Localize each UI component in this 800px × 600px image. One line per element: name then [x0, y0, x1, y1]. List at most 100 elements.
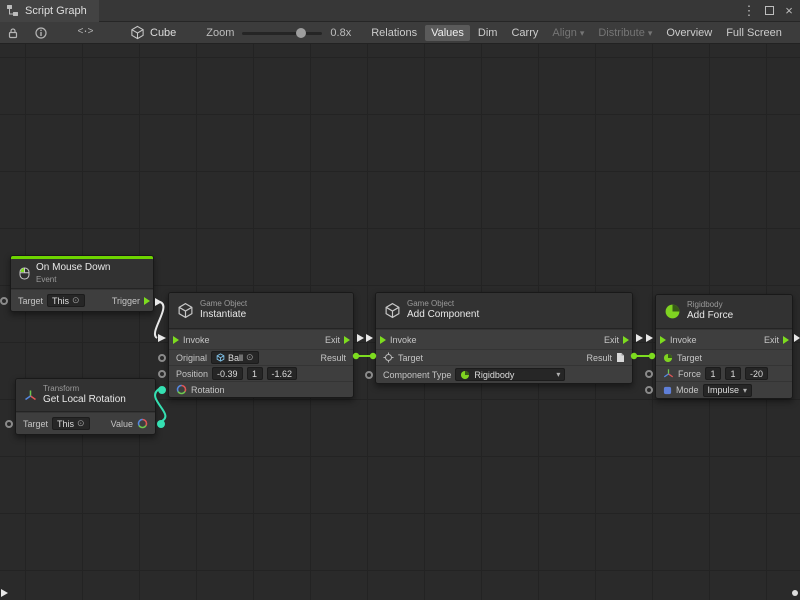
window-title: Script Graph	[25, 5, 87, 17]
force-x-field[interactable]: 1	[705, 367, 721, 380]
position-z-field[interactable]: -1.62	[267, 367, 298, 380]
offscreen-wire-arrow	[1, 589, 8, 597]
node-get-local-rotation[interactable]: Transform Get Local Rotation Target This…	[15, 378, 156, 435]
wire-arrowhead	[636, 334, 643, 342]
row-force: Force 1 1 -20	[656, 365, 792, 381]
value-port-force[interactable]	[645, 370, 653, 378]
script-graph-window: Script Graph ⋮ × <·> Cube	[0, 0, 800, 600]
position-y-field[interactable]: 1	[247, 367, 263, 380]
kebab-menu-icon[interactable]: ⋮	[740, 2, 758, 20]
row-mode: Mode Impulse ▾	[656, 381, 792, 398]
row-target-trigger: Target This ⊙ Trigger	[11, 289, 153, 311]
value-port-target[interactable]	[0, 297, 8, 305]
prefab-cube-icon	[216, 353, 225, 362]
node-on-mouse-down[interactable]: On Mouse Down Event Target This ⊙ Trigge…	[10, 255, 154, 312]
flow-port-exit[interactable]	[344, 336, 350, 344]
lock-icon[interactable]	[2, 22, 24, 44]
target-value-chip[interactable]: This ⊙	[47, 294, 85, 307]
flow-port-invoke[interactable]	[380, 336, 386, 344]
mode-value: Impulse	[708, 385, 740, 395]
target-value-chip[interactable]: This ⊙	[52, 417, 90, 430]
relations-button[interactable]: Relations	[365, 25, 423, 41]
transform-icon	[24, 389, 37, 402]
cube-icon	[130, 25, 145, 40]
rotation-gizmo-icon	[137, 418, 148, 429]
game-object-icon	[384, 302, 401, 319]
values-button[interactable]: Values	[425, 25, 470, 41]
rotation-gizmo-icon	[176, 384, 187, 395]
rigidbody-icon	[460, 370, 470, 380]
force-y-field[interactable]: 1	[725, 367, 741, 380]
flow-port-trigger[interactable]	[144, 297, 150, 305]
node-title: Get Local Rotation	[43, 394, 126, 407]
node-category: Rigidbody	[687, 300, 733, 310]
script-graph-icon	[6, 4, 19, 17]
node-category: Game Object	[407, 299, 479, 309]
value-port-mode[interactable]	[645, 386, 653, 394]
invoke-label: Invoke	[670, 335, 697, 345]
object-picker-icon[interactable]: ⊙	[77, 418, 85, 429]
rigidbody-icon	[664, 303, 681, 320]
close-icon[interactable]: ×	[780, 2, 798, 20]
zoom-slider[interactable]	[242, 27, 322, 39]
rotation-label: Rotation	[191, 385, 225, 395]
original-value-chip[interactable]: Ball ⊙	[211, 351, 259, 364]
value-port-target[interactable]	[5, 420, 13, 428]
graph-name[interactable]: Cube	[130, 25, 176, 40]
zoom-slider-handle[interactable]	[296, 28, 306, 38]
flow-port-invoke[interactable]	[173, 336, 179, 344]
value-port-original[interactable]	[158, 354, 166, 362]
wire-arrowhead	[646, 334, 653, 342]
overview-button[interactable]: Overview	[660, 25, 718, 41]
force-z-field[interactable]: -20	[745, 367, 768, 380]
row-original-result: Original Ball ⊙ Result	[169, 349, 353, 365]
flow-port-exit[interactable]	[783, 336, 789, 344]
target-label: Target	[398, 353, 423, 363]
object-picker-icon[interactable]: ⊙	[246, 352, 254, 363]
document-icon	[616, 352, 625, 363]
node-add-component-header: Game Object Add Component	[376, 293, 632, 329]
node-add-component[interactable]: Game Object Add Component Invoke Exit Ta…	[375, 292, 633, 384]
value-port-position[interactable]	[158, 370, 166, 378]
component-type-dropdown[interactable]: Rigidbody ▾	[455, 368, 565, 381]
chevron-down-icon: ▾	[743, 386, 747, 395]
mode-dropdown[interactable]: Impulse ▾	[703, 384, 753, 397]
rigidbody-target-icon	[663, 353, 673, 363]
node-get-local-rotation-header: Transform Get Local Rotation	[16, 379, 155, 412]
info-icon[interactable]	[30, 22, 52, 44]
value-port-rotation[interactable]	[158, 386, 166, 394]
row-target: Target	[656, 349, 792, 365]
value-port-output[interactable]	[157, 420, 165, 428]
mode-label: Mode	[676, 385, 699, 395]
flow-port-invoke[interactable]	[660, 336, 666, 344]
original-label: Original	[176, 353, 207, 363]
maximize-icon[interactable]	[760, 2, 778, 20]
full-screen-button[interactable]: Full Screen	[720, 25, 788, 41]
wire-arrowhead	[357, 334, 364, 342]
flow-port-exit[interactable]	[623, 336, 629, 344]
value-label: Value	[111, 419, 133, 429]
row-invoke-exit: Invoke Exit	[376, 329, 632, 349]
code-view-icon[interactable]: <·>	[74, 22, 96, 44]
node-add-force-header: Rigidbody Add Force	[656, 295, 792, 329]
result-label: Result	[320, 353, 346, 363]
position-x-field[interactable]: -0.39	[212, 367, 243, 380]
force-label: Force	[678, 369, 701, 379]
toolbar: <·> Cube Zoom 0.8x Relations Values Dim …	[0, 22, 800, 44]
object-picker-icon[interactable]: ⊙	[72, 295, 80, 306]
tab-script-graph[interactable]: Script Graph	[0, 0, 99, 22]
node-instantiate[interactable]: Game Object Instantiate Invoke Exit Orig…	[168, 292, 354, 398]
exit-label: Exit	[325, 335, 340, 345]
component-type-label: Component Type	[383, 370, 451, 380]
carry-button[interactable]: Carry	[505, 25, 544, 41]
graph-canvas[interactable]: On Mouse Down Event Target This ⊙ Trigge…	[0, 44, 800, 600]
node-subtitle: Event	[36, 275, 110, 285]
row-rotation: Rotation	[169, 381, 353, 397]
invoke-label: Invoke	[183, 335, 210, 345]
exit-label: Exit	[604, 335, 619, 345]
node-add-force[interactable]: Rigidbody Add Force Invoke Exit Target	[655, 294, 793, 399]
value-port-component-type[interactable]	[365, 371, 373, 379]
dim-button[interactable]: Dim	[472, 25, 504, 41]
node-on-mouse-down-header: On Mouse Down Event	[11, 259, 153, 289]
row-target-value: Target This ⊙ Value	[16, 412, 155, 434]
